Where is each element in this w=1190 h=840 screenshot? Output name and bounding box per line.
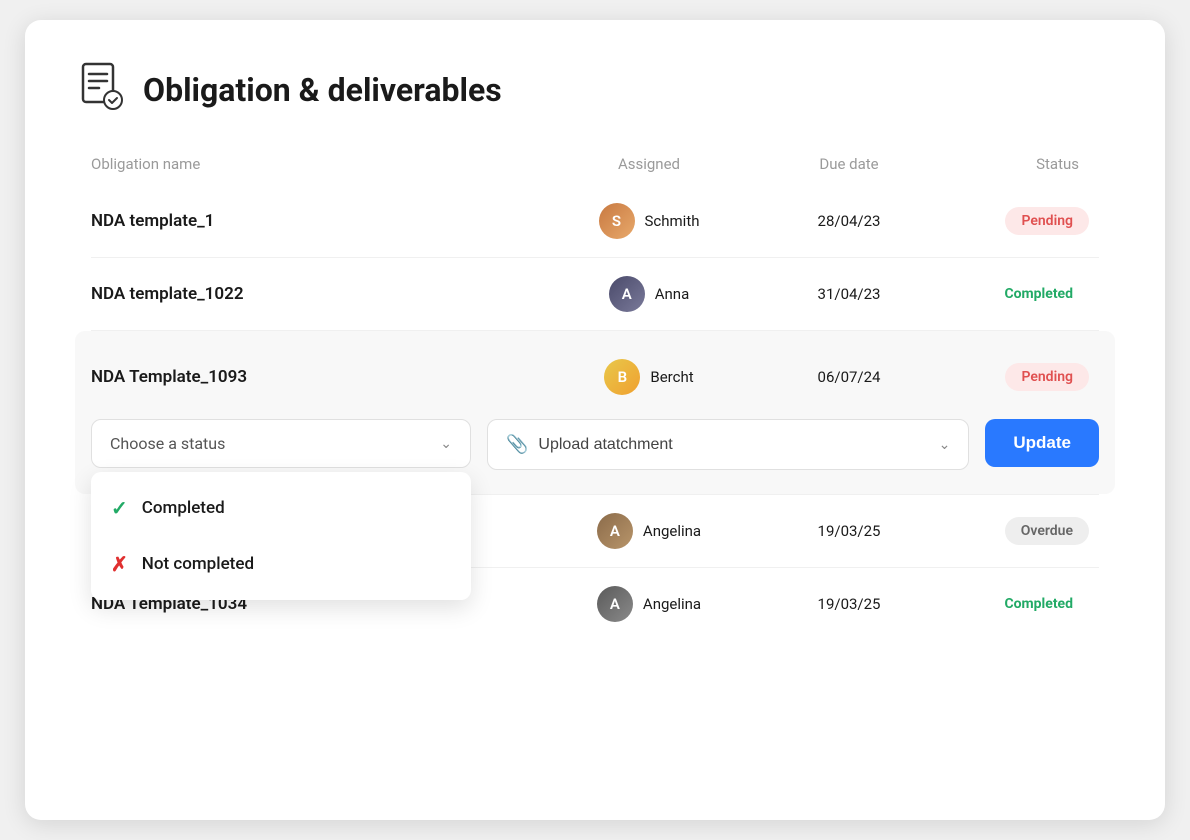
upload-attachment-button[interactable]: 📎 Upload atatchment ⌄	[487, 419, 969, 470]
col-assigned: Assigned	[539, 155, 759, 173]
status-dropdown-wrapper: Choose a status ⌄ ✓ Completed ✗ Not comp…	[91, 419, 471, 468]
page-title: Obligation & deliverables	[143, 71, 502, 109]
table-header: Obligation name Assigned Due date Status	[75, 155, 1115, 185]
due-date: 19/03/25	[759, 522, 939, 540]
status-badge: Pending	[1005, 363, 1089, 391]
paperclip-icon: 📎	[506, 434, 528, 455]
status-cell: Completed	[939, 590, 1099, 618]
status-dropdown-trigger[interactable]: Choose a status ⌄	[91, 419, 471, 468]
table-row[interactable]: NDA Template_1093 B Bercht 06/07/24 Pend…	[91, 351, 1099, 403]
due-date: 31/04/23	[759, 285, 939, 303]
col-obligation-name: Obligation name	[91, 155, 539, 173]
main-card: Obligation & deliverables Obligation nam…	[25, 20, 1165, 820]
chevron-down-icon: ⌄	[440, 436, 452, 452]
table-row[interactable]: NDA template_1 S Schmith 28/04/23 Pendin…	[75, 185, 1115, 257]
obligation-name: NDA Template_1093	[91, 367, 539, 387]
assigned-cell: A Angelina	[539, 513, 759, 549]
due-date: 19/03/25	[759, 595, 939, 613]
status-badge: Overdue	[1005, 517, 1089, 545]
check-icon: ✓	[111, 496, 128, 520]
page-header: Obligation & deliverables	[75, 60, 1115, 119]
status-cell: Pending	[939, 363, 1099, 391]
assigned-name: Schmith	[645, 212, 700, 230]
status-cell: Completed	[939, 280, 1099, 308]
status-cell: Overdue	[939, 517, 1099, 545]
status-badge: Pending	[1005, 207, 1089, 235]
dropdown-item-label: Completed	[142, 498, 225, 518]
assigned-cell: S Schmith	[539, 203, 759, 239]
assigned-name: Bercht	[650, 368, 693, 386]
dropdown-item-not-completed[interactable]: ✗ Not completed	[91, 536, 471, 592]
expanded-controls: Choose a status ⌄ ✓ Completed ✗ Not comp…	[91, 419, 1099, 470]
assigned-name: Anna	[655, 285, 690, 303]
upload-label: Upload atatchment	[538, 436, 672, 454]
assigned-name: Angelina	[643, 522, 701, 540]
obligation-name: NDA template_1022	[91, 284, 539, 304]
due-date: 28/04/23	[759, 212, 939, 230]
avatar: A	[597, 513, 633, 549]
table-body: NDA template_1 S Schmith 28/04/23 Pendin…	[75, 185, 1115, 640]
status-badge: Completed	[988, 590, 1089, 618]
assigned-name: Angelina	[643, 595, 701, 613]
x-icon: ✗	[111, 552, 128, 576]
page-icon	[75, 60, 127, 119]
status-dropdown-menu: ✓ Completed ✗ Not completed	[91, 472, 471, 600]
chevron-down-icon: ⌄	[939, 436, 951, 453]
assigned-cell: A Angelina	[539, 586, 759, 622]
dropdown-placeholder: Choose a status	[110, 434, 225, 453]
avatar: B	[604, 359, 640, 395]
status-cell: Pending	[939, 207, 1099, 235]
assigned-cell: B Bercht	[539, 359, 759, 395]
update-button[interactable]: Update	[985, 419, 1099, 467]
obligation-name: NDA template_1	[91, 211, 539, 231]
avatar: A	[609, 276, 645, 312]
due-date: 06/07/24	[759, 368, 939, 386]
dropdown-item-completed[interactable]: ✓ Completed	[91, 480, 471, 536]
col-status: Status	[939, 155, 1099, 173]
assigned-cell: A Anna	[539, 276, 759, 312]
dropdown-item-label: Not completed	[142, 554, 254, 574]
status-badge: Completed	[988, 280, 1089, 308]
avatar: S	[599, 203, 635, 239]
expanded-row-area: NDA Template_1093 B Bercht 06/07/24 Pend…	[75, 331, 1115, 494]
col-due-date: Due date	[759, 155, 939, 173]
table-row[interactable]: NDA template_1022 A Anna 31/04/23 Comple…	[75, 258, 1115, 330]
avatar: A	[597, 586, 633, 622]
